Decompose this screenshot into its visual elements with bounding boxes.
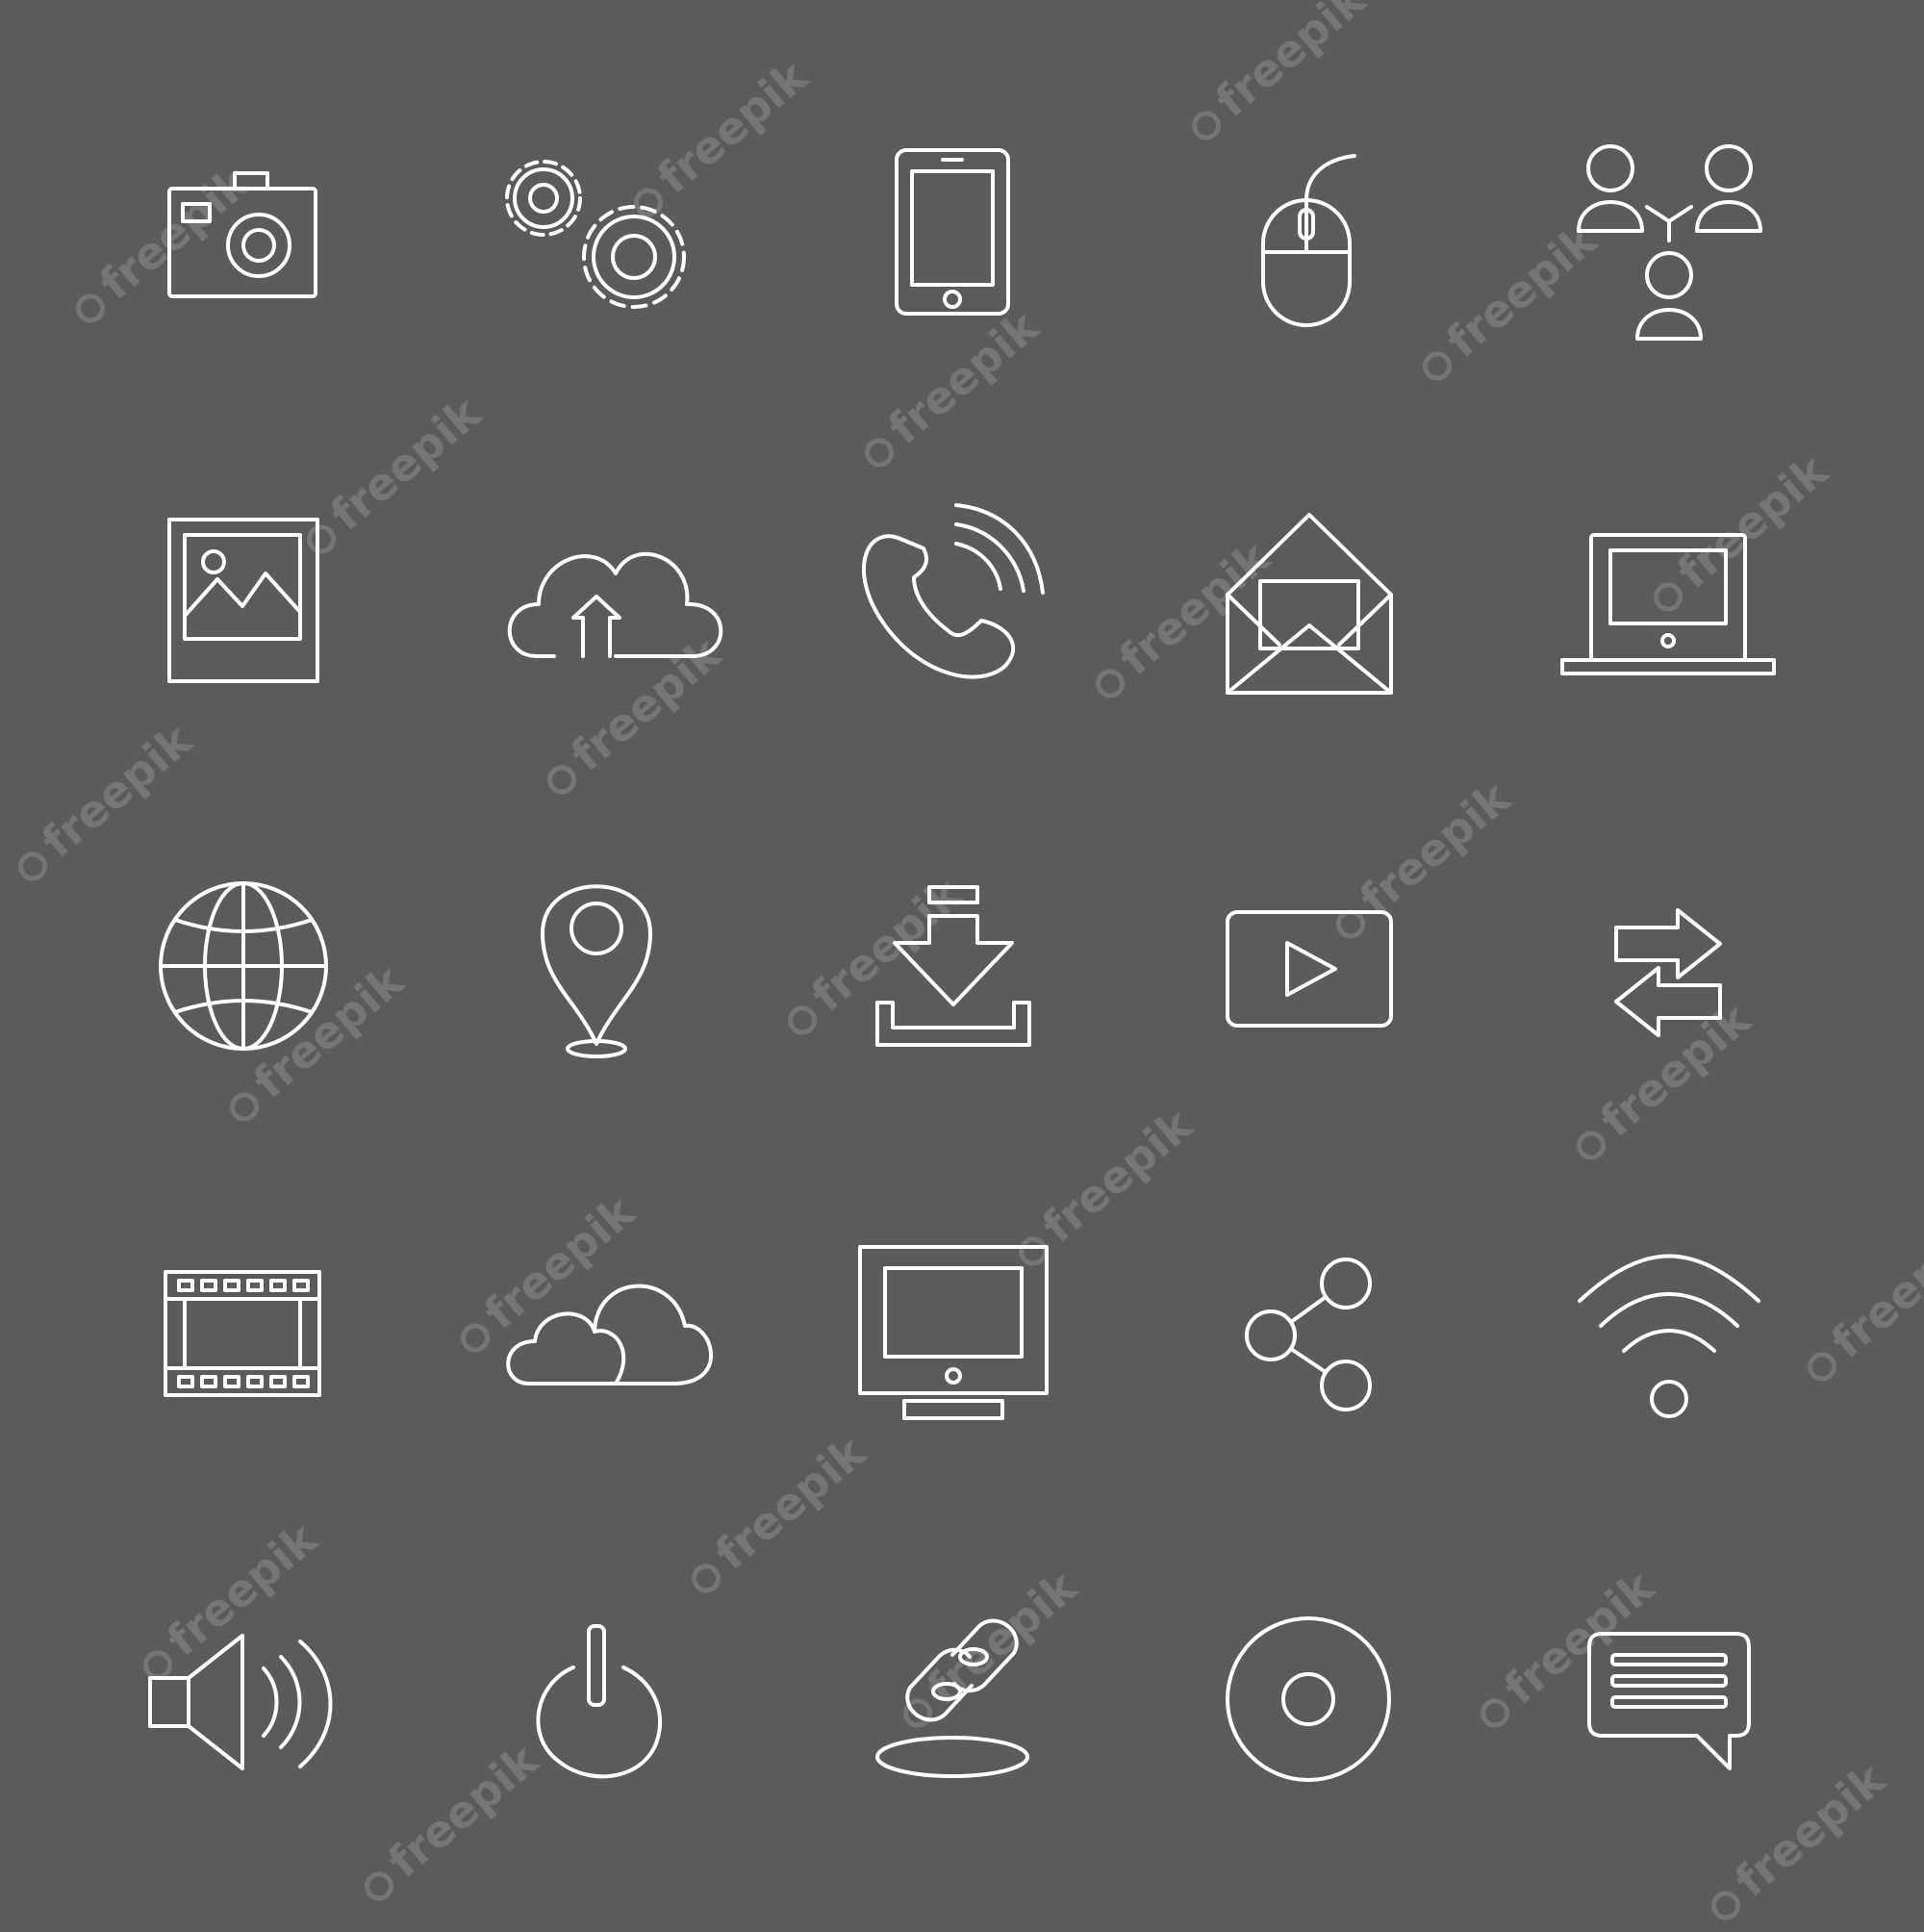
mouse-icon [1261,154,1356,327]
open-envelope-icon [1226,513,1393,695]
icon-grid [148,144,1776,1782]
network-users-icon [1577,144,1762,341]
film-strip-icon [164,1270,321,1397]
link-icon [875,1618,1029,1778]
camera-icon [167,171,317,298]
gears-icon [505,160,686,309]
power-icon [536,1624,663,1779]
transfer-arrows-icon [1614,908,1722,1037]
chat-bubble-icon [1587,1632,1751,1770]
download-icon [875,885,1031,1047]
speaker-icon [148,1634,333,1770]
cloud-upload-icon [507,551,723,658]
laptop-icon [1560,533,1776,675]
share-icon [1245,1258,1372,1411]
clouds-icon [506,1284,714,1385]
smartphone-icon [895,148,1010,316]
photo-icon [167,518,319,683]
location-pin-icon [541,884,652,1058]
phone-call-icon [861,503,1045,679]
video-play-icon [1226,910,1393,1028]
wifi-icon [1578,1254,1760,1418]
globe-icon [159,881,328,1051]
disc-icon [1226,1616,1391,1782]
monitor-icon [858,1245,1049,1420]
